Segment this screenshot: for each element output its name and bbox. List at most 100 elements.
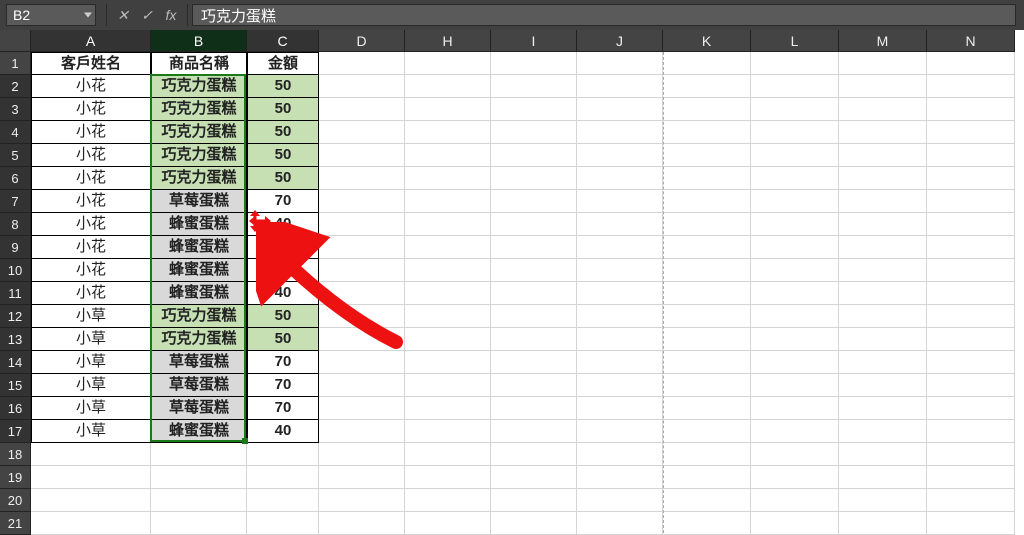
cell[interactable] — [491, 512, 577, 535]
cell[interactable] — [491, 466, 577, 489]
row-header-20[interactable]: 20 — [0, 489, 31, 512]
cell[interactable] — [319, 374, 405, 397]
cell[interactable] — [577, 351, 663, 374]
cell[interactable] — [491, 75, 577, 98]
cell[interactable] — [751, 259, 839, 282]
cell[interactable] — [577, 282, 663, 305]
cell[interactable] — [491, 144, 577, 167]
cell[interactable] — [751, 351, 839, 374]
cell[interactable] — [491, 259, 577, 282]
cell[interactable]: 40 — [247, 259, 319, 282]
cell[interactable] — [577, 466, 663, 489]
cell[interactable] — [663, 190, 751, 213]
cell[interactable] — [319, 52, 405, 75]
cell[interactable] — [751, 144, 839, 167]
cell[interactable] — [31, 466, 151, 489]
cell[interactable] — [319, 98, 405, 121]
cell[interactable] — [319, 236, 405, 259]
cell[interactable] — [247, 443, 319, 466]
cell[interactable] — [663, 52, 751, 75]
cell[interactable] — [405, 466, 491, 489]
cell[interactable] — [839, 213, 927, 236]
cell[interactable] — [577, 190, 663, 213]
cell[interactable] — [151, 489, 247, 512]
cell[interactable] — [927, 75, 1015, 98]
cell[interactable] — [319, 305, 405, 328]
cell[interactable] — [491, 190, 577, 213]
cell[interactable] — [839, 121, 927, 144]
cell[interactable] — [751, 397, 839, 420]
cell[interactable] — [319, 213, 405, 236]
cell[interactable] — [751, 328, 839, 351]
cell[interactable] — [927, 374, 1015, 397]
cell[interactable]: 40 — [247, 420, 319, 443]
cell[interactable] — [927, 213, 1015, 236]
cell[interactable] — [577, 167, 663, 190]
cell[interactable]: 小花 — [31, 167, 151, 190]
col-header-B[interactable]: B — [151, 30, 247, 52]
row-header-16[interactable]: 16 — [0, 397, 31, 420]
row-header-10[interactable]: 10 — [0, 259, 31, 282]
cell[interactable] — [663, 144, 751, 167]
name-box-dropdown-icon[interactable] — [84, 13, 92, 18]
cell[interactable] — [663, 374, 751, 397]
cell[interactable] — [319, 190, 405, 213]
cell[interactable]: 70 — [247, 190, 319, 213]
cell[interactable] — [663, 282, 751, 305]
col-header-L[interactable]: L — [751, 30, 839, 52]
cell[interactable] — [405, 328, 491, 351]
cell[interactable] — [839, 259, 927, 282]
cell[interactable]: 70 — [247, 374, 319, 397]
cell[interactable]: 巧克力蛋糕 — [151, 121, 247, 144]
cell[interactable] — [319, 397, 405, 420]
cell[interactable] — [577, 328, 663, 351]
row-header-3[interactable]: 3 — [0, 98, 31, 121]
cell[interactable] — [577, 420, 663, 443]
cell[interactable]: 客戶姓名 — [31, 52, 151, 75]
cell[interactable] — [405, 351, 491, 374]
cell[interactable] — [577, 75, 663, 98]
row-header-19[interactable]: 19 — [0, 466, 31, 489]
cell[interactable] — [839, 397, 927, 420]
row-header-4[interactable]: 4 — [0, 121, 31, 144]
cell[interactable]: 小花 — [31, 121, 151, 144]
row-header-5[interactable]: 5 — [0, 144, 31, 167]
cell[interactable]: 巧克力蛋糕 — [151, 328, 247, 351]
cell[interactable] — [247, 512, 319, 535]
cell[interactable] — [839, 512, 927, 535]
cell[interactable] — [491, 397, 577, 420]
cell[interactable] — [405, 282, 491, 305]
cell[interactable] — [491, 121, 577, 144]
cell[interactable] — [663, 75, 751, 98]
cell[interactable]: 蜂蜜蛋糕 — [151, 282, 247, 305]
cell[interactable] — [319, 466, 405, 489]
cell[interactable] — [927, 282, 1015, 305]
cell[interactable]: 小花 — [31, 259, 151, 282]
cell[interactable] — [839, 52, 927, 75]
cell[interactable] — [839, 75, 927, 98]
cell[interactable]: 50 — [247, 305, 319, 328]
cell[interactable] — [927, 259, 1015, 282]
cell[interactable] — [319, 167, 405, 190]
row-header-15[interactable]: 15 — [0, 374, 31, 397]
cell[interactable] — [927, 328, 1015, 351]
cell[interactable] — [577, 374, 663, 397]
cell[interactable] — [751, 52, 839, 75]
cell[interactable] — [405, 144, 491, 167]
cell[interactable] — [577, 489, 663, 512]
cell[interactable]: 金額 — [247, 52, 319, 75]
cell[interactable] — [31, 443, 151, 466]
cell[interactable]: 小花 — [31, 144, 151, 167]
cell[interactable] — [839, 190, 927, 213]
cell[interactable]: 小草 — [31, 374, 151, 397]
cell[interactable] — [491, 351, 577, 374]
cell[interactable] — [663, 397, 751, 420]
cell[interactable]: 小草 — [31, 420, 151, 443]
cell[interactable] — [663, 259, 751, 282]
col-header-A[interactable]: A — [31, 30, 151, 52]
cell[interactable] — [151, 512, 247, 535]
cell[interactable] — [491, 328, 577, 351]
cell[interactable] — [247, 489, 319, 512]
cell[interactable]: 小花 — [31, 98, 151, 121]
cell[interactable] — [405, 236, 491, 259]
